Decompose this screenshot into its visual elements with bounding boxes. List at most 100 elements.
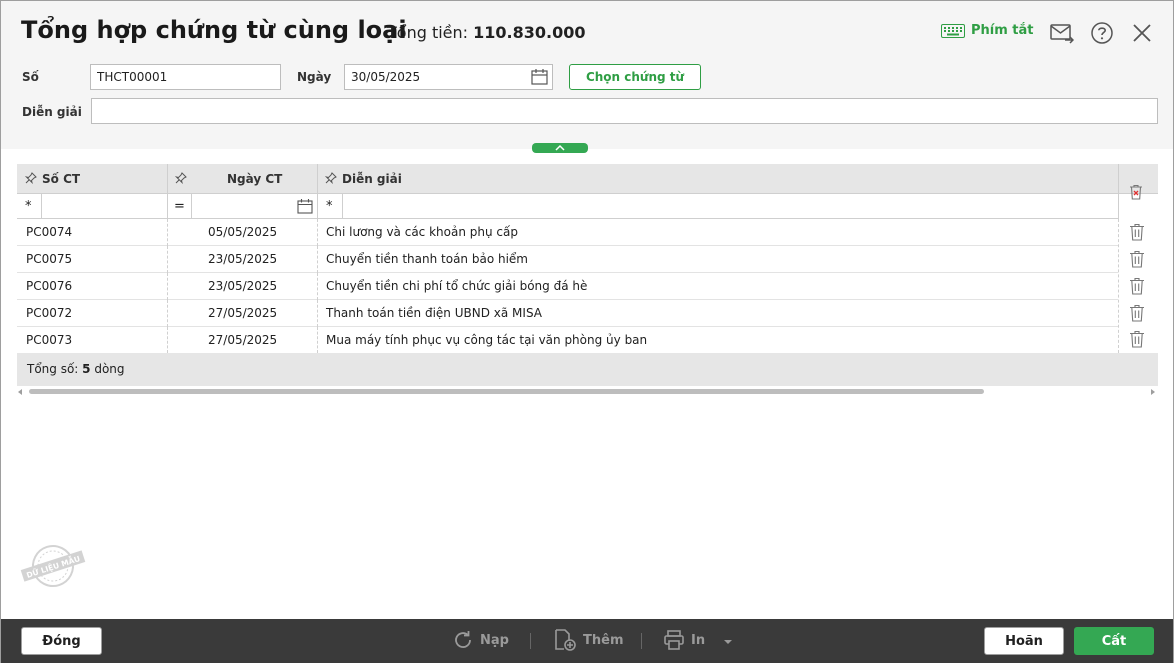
collapse-header-toggle[interactable] (532, 143, 588, 153)
bottom-toolbar: Đóng Nạp Thêm In Hoãn Cất (1, 619, 1173, 663)
cell-so-ct: PC0075 (26, 252, 73, 266)
dialog-window: Tổng hợp chứng từ cùng loại Tổng tiền: 1… (0, 0, 1174, 663)
column-divider (167, 164, 168, 194)
table-row[interactable]: PC0074 05/05/2025 Chi lương và các khoản… (17, 219, 1118, 246)
total-label: Tổng tiền: (387, 23, 469, 42)
pin-icon[interactable] (175, 172, 187, 184)
filter-operator[interactable]: * (326, 194, 333, 219)
delete-all-icon[interactable] (1129, 184, 1143, 200)
column-divider (317, 246, 318, 273)
delete-row-icon[interactable] (1129, 304, 1145, 322)
help-icon[interactable] (1089, 20, 1115, 46)
summary-count: 5 (82, 362, 91, 376)
reload-label: Nạp (480, 632, 509, 648)
grid-summary: Tổng số: 5 dòng (17, 353, 1158, 386)
so-label: Số (22, 70, 39, 84)
cell-dien-giai: Mua máy tính phục vụ công tác tại văn ph… (326, 333, 648, 347)
print-label: In (691, 632, 706, 648)
column-divider (167, 219, 168, 246)
delete-row-icon[interactable] (1129, 330, 1145, 348)
choose-voucher-button[interactable]: Chọn chứng từ (569, 64, 701, 90)
close-button[interactable]: Đóng (21, 627, 102, 655)
reload-button[interactable]: Nạp (452, 629, 509, 651)
cell-ngay-ct: 05/05/2025 (208, 225, 278, 239)
horizontal-scrollbar[interactable] (17, 388, 1158, 396)
scrollbar-thumb[interactable] (29, 389, 984, 394)
diengiai-label: Diễn giải (22, 105, 82, 119)
print-button[interactable]: In (663, 629, 705, 651)
column-ngay-ct[interactable]: Ngày CT (227, 164, 282, 194)
cell-ngay-ct: 27/05/2025 (208, 306, 278, 320)
cell-so-ct: PC0076 (26, 279, 73, 293)
add-document-icon (555, 629, 576, 651)
shortcut-label: Phím tắt (971, 23, 1034, 38)
diengiai-input[interactable] (91, 98, 1158, 124)
column-divider (167, 273, 168, 300)
column-divider (342, 194, 343, 219)
cell-ngay-ct: 23/05/2025 (208, 279, 278, 293)
cell-so-ct: PC0073 (26, 333, 73, 347)
add-button[interactable]: Thêm (553, 629, 624, 651)
refresh-icon (455, 631, 471, 648)
table-row[interactable]: PC0073 27/05/2025 Mua máy tính phục vụ c… (17, 327, 1118, 354)
column-divider (317, 300, 318, 327)
column-divider (167, 327, 168, 353)
column-divider (167, 300, 168, 327)
column-divider (191, 194, 192, 219)
column-divider (317, 164, 318, 194)
pin-icon[interactable] (325, 172, 337, 184)
column-divider (1118, 164, 1119, 219)
ngay-input[interactable] (344, 64, 553, 90)
voucher-grid: Số CT Ngày CT Diễn giải * = * PC0074 05/… (17, 164, 1158, 386)
cell-so-ct: PC0074 (26, 225, 73, 239)
keyboard-icon (941, 23, 965, 38)
so-input[interactable] (90, 64, 281, 90)
pin-icon[interactable] (25, 172, 37, 184)
column-divider (41, 194, 42, 219)
grid-header: Số CT Ngày CT Diễn giải (17, 164, 1158, 219)
column-divider (317, 273, 318, 300)
column-divider (167, 194, 168, 219)
filter-row: * = * (17, 194, 1118, 219)
cell-ngay-ct: 27/05/2025 (208, 333, 278, 347)
summary-suffix: dòng (90, 362, 125, 376)
summary-prefix: Tổng số: (27, 362, 83, 376)
column-divider (167, 246, 168, 273)
cancel-button[interactable]: Hoãn (984, 627, 1064, 655)
cell-dien-giai: Thanh toán tiền điện UBND xã MISA (326, 306, 542, 320)
column-dien-giai[interactable]: Diễn giải (342, 164, 402, 194)
shortcut-button[interactable]: Phím tắt (941, 23, 1034, 38)
dialog-header: Tổng hợp chứng từ cùng loại Tổng tiền: 1… (1, 1, 1173, 149)
cell-dien-giai: Chuyển tiền chi phí tổ chức giải bóng đá… (326, 279, 588, 293)
column-divider (317, 327, 318, 353)
delete-row-icon[interactable] (1129, 250, 1145, 268)
cell-dien-giai: Chi lương và các khoản phụ cấp (326, 225, 518, 239)
column-so-ct[interactable]: Số CT (42, 164, 80, 194)
column-divider (317, 219, 318, 246)
table-row[interactable]: PC0072 27/05/2025 Thanh toán tiền điện U… (17, 300, 1118, 327)
delete-row-icon[interactable] (1129, 223, 1145, 241)
cell-so-ct: PC0072 (26, 306, 73, 320)
filter-operator[interactable]: = (174, 194, 185, 219)
calendar-icon[interactable] (297, 198, 313, 214)
save-button[interactable]: Cất (1074, 627, 1154, 655)
table-row[interactable]: PC0075 23/05/2025 Chuyển tiền thanh toán… (17, 246, 1118, 273)
toolbar-divider (641, 633, 642, 649)
column-divider (1118, 219, 1119, 353)
filter-operator[interactable]: * (25, 194, 32, 219)
caret-down-icon[interactable] (723, 639, 733, 645)
scroll-left-icon[interactable] (17, 388, 23, 396)
cell-dien-giai: Chuyển tiền thanh toán bảo hiểm (326, 252, 528, 266)
column-divider (317, 194, 318, 219)
table-row[interactable]: PC0076 23/05/2025 Chuyển tiền chi phí tổ… (17, 273, 1118, 300)
scroll-right-icon[interactable] (1150, 388, 1156, 396)
printer-icon (664, 630, 684, 650)
add-label: Thêm (583, 632, 624, 648)
ngay-label: Ngày (297, 70, 332, 84)
cell-ngay-ct: 23/05/2025 (208, 252, 278, 266)
total-value: 110.830.000 (473, 23, 586, 42)
mail-forward-icon[interactable] (1048, 20, 1074, 46)
delete-row-icon[interactable] (1129, 277, 1145, 295)
calendar-icon[interactable] (531, 68, 548, 85)
close-icon[interactable] (1129, 20, 1155, 46)
